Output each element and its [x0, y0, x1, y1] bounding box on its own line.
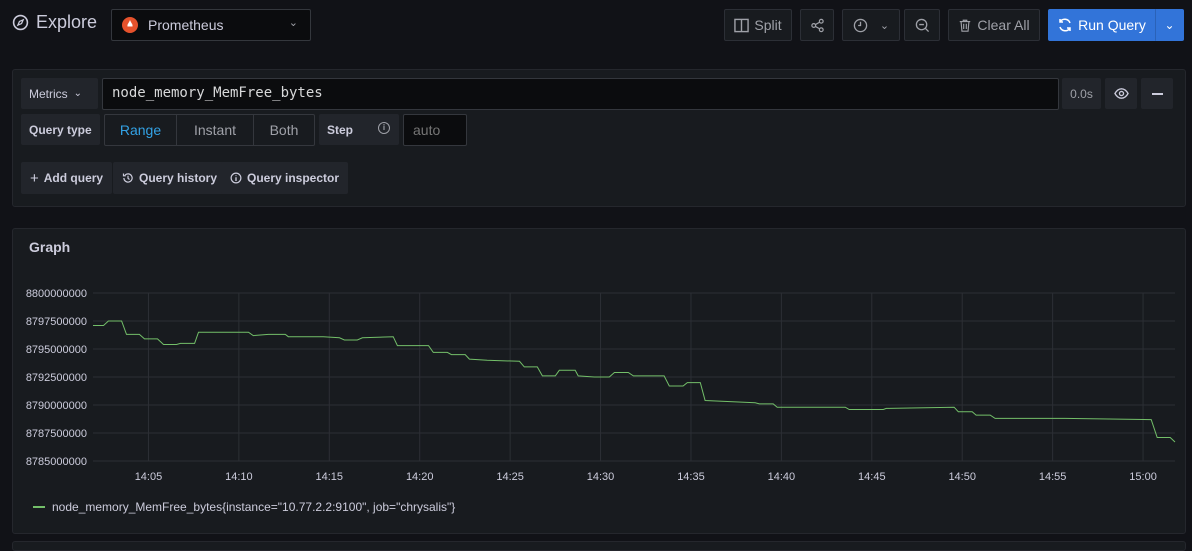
- legend-item[interactable]: node_memory_MemFree_bytes{instance="10.7…: [33, 500, 455, 514]
- series-line: [93, 320, 1176, 443]
- next-panel-edge: [12, 541, 1186, 551]
- x-tick-label: 14:45: [858, 471, 886, 483]
- x-tick-label: 14:40: [768, 471, 796, 483]
- y-tick-label: 8795000000: [26, 344, 87, 356]
- x-tick-label: 14:50: [948, 471, 976, 483]
- y-tick-label: 8797500000: [26, 316, 87, 328]
- x-tick-label: 14:15: [316, 471, 344, 483]
- x-tick-label: 14:25: [496, 471, 524, 483]
- y-tick-label: 8790000000: [26, 400, 87, 412]
- y-tick-label: 8800000000: [26, 288, 87, 300]
- x-tick-label: 14:20: [406, 471, 434, 483]
- legend-color-swatch: [33, 506, 45, 508]
- y-tick-label: 8785000000: [26, 456, 87, 468]
- x-tick-label: 14:10: [225, 471, 253, 483]
- x-tick-label: 15:00: [1129, 471, 1157, 483]
- x-tick-label: 14:30: [587, 471, 615, 483]
- y-tick-label: 8792500000: [26, 372, 87, 384]
- x-tick-label: 14:35: [677, 471, 705, 483]
- x-tick-label: 14:55: [1039, 471, 1067, 483]
- y-tick-label: 8787500000: [26, 428, 87, 440]
- legend-series-name: node_memory_MemFree_bytes{instance="10.7…: [52, 500, 456, 514]
- graph-chart[interactable]: 8800000000 8797500000 8795000000 8792500000…: [0, 0, 1192, 545]
- x-tick-label: 14:05: [135, 471, 163, 483]
